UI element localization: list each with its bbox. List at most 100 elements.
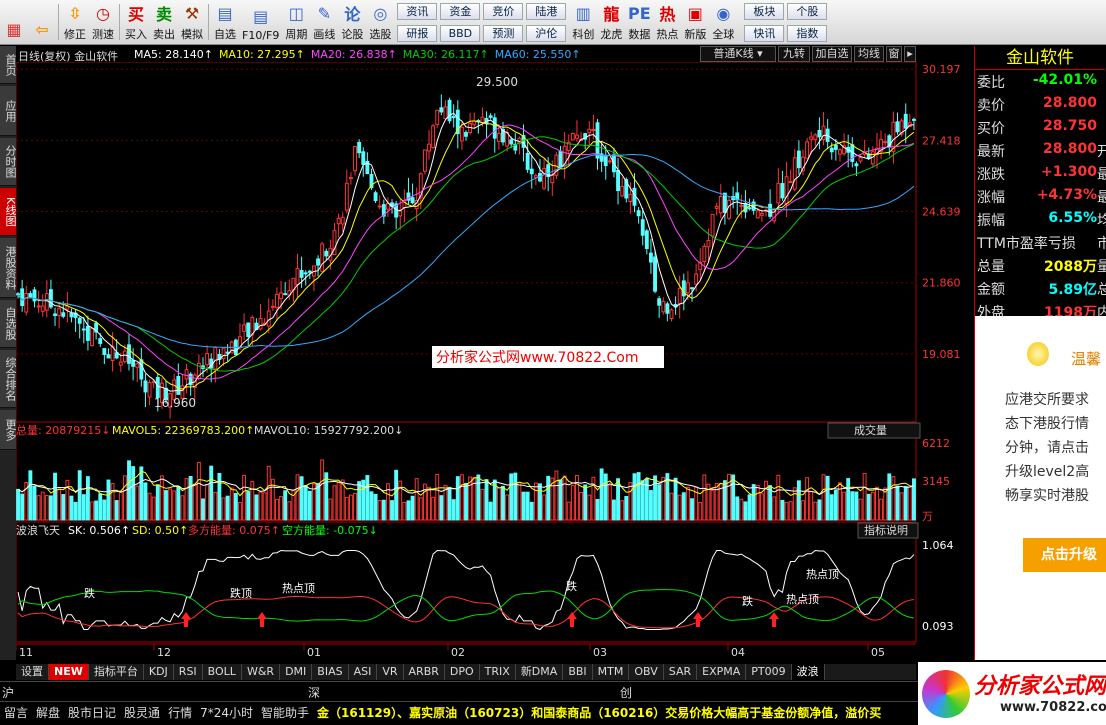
tool-pe-button[interactable]: PE 数据 — [625, 0, 653, 44]
tool-sell-button[interactable]: 卖卖出 — [150, 0, 178, 44]
tab-0[interactable]: 设置 — [16, 664, 49, 680]
index-cy[interactable]: 创 — [620, 684, 632, 701]
candle — [131, 359, 136, 367]
tab-6[interactable]: W&R — [242, 664, 281, 680]
bottom-item[interactable]: 7*24小时 — [196, 702, 257, 725]
nav-2[interactable]: 分时图 — [0, 138, 17, 186]
candle — [829, 147, 834, 153]
tab-4[interactable]: RSI — [174, 664, 203, 680]
bottom-item[interactable]: 解盘 — [32, 702, 64, 725]
tab-12[interactable]: DPO — [445, 664, 480, 680]
quote-value: -42.01% — [1032, 72, 1097, 88]
window-button[interactable]: 窗 — [886, 46, 902, 62]
tool-speed-button[interactable]: ◷ 测速 — [89, 0, 117, 44]
chart-header: 日线(复权) 金山软件 MA5: 28.140↑ MA10: 27.295↑ MA2… — [16, 46, 916, 63]
news-ticker[interactable]: 金（161129）、嘉实原油（160723）和国泰商品（160216）交易价格大… — [313, 702, 885, 725]
tab-14[interactable]: 新DMA — [516, 664, 564, 680]
tool-f10-button[interactable]: ▤ F10/F9 — [239, 0, 282, 44]
signal-label: 热点顶 — [786, 593, 819, 606]
volume-bar — [788, 501, 793, 521]
volume-bar — [620, 500, 625, 521]
right-button[interactable]: 指数 — [787, 24, 828, 42]
info-button[interactable]: 资讯 — [397, 2, 438, 20]
tool-buy-button[interactable]: 买买入 — [122, 0, 150, 44]
nav-7[interactable]: 更多 — [0, 410, 17, 450]
tool-period-button[interactable]: ◫ 周期 — [282, 0, 310, 44]
candle — [661, 300, 666, 313]
kline-type-select[interactable]: 普通K线 ▾ — [700, 46, 776, 62]
tool-app-button[interactable]: ▦ — [0, 0, 28, 44]
tab-5[interactable]: BOLL — [203, 664, 242, 680]
tab-15[interactable]: BBI — [563, 664, 593, 680]
tool-star-button[interactable]: ▤ 自选 — [211, 0, 239, 44]
tool-kc-button[interactable]: ▥ 科创 — [569, 0, 597, 44]
tool-globe-button[interactable]: ◉ 全球 — [709, 0, 737, 44]
nav-3[interactable]: K线图 — [0, 188, 17, 236]
index-sh[interactable]: 沪 — [2, 684, 14, 701]
volume-bar — [542, 494, 547, 521]
jiuzhuan-button[interactable]: 九转 — [778, 46, 810, 62]
nav-0[interactable]: 首页 — [0, 46, 17, 84]
tool-back-button[interactable]: ⇦ — [28, 0, 56, 44]
candle — [147, 382, 152, 398]
tool-chat-button[interactable]: 论论股 — [338, 0, 366, 44]
bottom-item[interactable]: 智能助手 — [257, 702, 313, 725]
bottom-item[interactable]: 留言 — [0, 702, 32, 725]
right-button[interactable]: 板块 — [744, 2, 785, 20]
tab-1[interactable]: NEW — [49, 664, 89, 680]
info-button[interactable]: 研报 — [397, 24, 438, 42]
info-button[interactable]: 竞价 — [483, 2, 524, 20]
nav-5[interactable]: 自选股 — [0, 300, 17, 348]
info-button[interactable]: 陆港 — [526, 2, 567, 20]
candle — [833, 144, 838, 150]
tool-hammer-button[interactable]: ⚒ 模拟 — [178, 0, 206, 44]
candle — [640, 219, 645, 236]
tab-17[interactable]: OBV — [629, 664, 664, 680]
volume-bar — [870, 491, 875, 521]
info-button[interactable]: 沪伦 — [526, 24, 567, 42]
volume-bar — [118, 490, 123, 521]
expand-icon[interactable]: ▸ — [904, 46, 916, 62]
tab-21[interactable]: 波浪 — [791, 664, 825, 680]
volume-bar — [739, 498, 744, 521]
tool-fix-button[interactable]: ⇳ 修正 — [61, 0, 89, 44]
upgrade-button[interactable]: 点击升级 — [1023, 538, 1106, 572]
info-button[interactable]: 预测 — [483, 24, 524, 42]
tool-pen-button[interactable]: ✎ 画线 — [310, 0, 338, 44]
tab-16[interactable]: MTM — [593, 664, 630, 680]
index-sz[interactable]: 深 — [308, 684, 320, 701]
tool-hot-button[interactable]: 热热点 — [653, 0, 681, 44]
tab-8[interactable]: BIAS — [312, 664, 349, 680]
tab-13[interactable]: TRIX — [480, 664, 516, 680]
tool-new-button[interactable]: ▣ 新版 — [681, 0, 709, 44]
tab-3[interactable]: KDJ — [144, 664, 174, 680]
tool-filter-button[interactable]: ◎ 选股 — [366, 0, 394, 44]
indicator-frame — [16, 521, 917, 643]
bottom-item[interactable]: 股灵通 — [120, 702, 164, 725]
right-button[interactable]: 个股 — [787, 2, 828, 20]
tool-dragon-button[interactable]: 龍龙虎 — [597, 0, 625, 44]
info-button[interactable]: BBD — [440, 24, 481, 42]
tab-19[interactable]: EXPMA — [697, 664, 747, 680]
add-watchlist-button[interactable]: 加自选 — [812, 46, 852, 62]
right-button[interactable]: 快讯 — [744, 24, 785, 42]
tab-9[interactable]: ASI — [349, 664, 378, 680]
candle — [398, 210, 403, 217]
tab-11[interactable]: ARBR — [404, 664, 445, 680]
bottom-item[interactable]: 行情 — [164, 702, 196, 725]
nav-4[interactable]: 港股资料 — [0, 238, 17, 298]
nav-1[interactable]: 应用 — [0, 86, 17, 136]
info-button[interactable]: 资金 — [440, 2, 481, 20]
tab-18[interactable]: SAR — [664, 664, 698, 680]
tab-20[interactable]: PT009 — [746, 664, 792, 680]
ma-button[interactable]: 均线 — [854, 46, 884, 62]
candle — [603, 155, 608, 167]
candle — [895, 121, 900, 133]
price-tick: 21.860 — [922, 277, 961, 290]
tab-10[interactable]: VR — [377, 664, 404, 680]
tab-7[interactable]: DMI — [280, 664, 313, 680]
quote-value: +1.300 — [1040, 164, 1097, 180]
bottom-item[interactable]: 股市日记 — [64, 702, 120, 725]
tab-2[interactable]: 指标平台 — [89, 664, 144, 680]
nav-6[interactable]: 综合排名 — [0, 350, 17, 408]
